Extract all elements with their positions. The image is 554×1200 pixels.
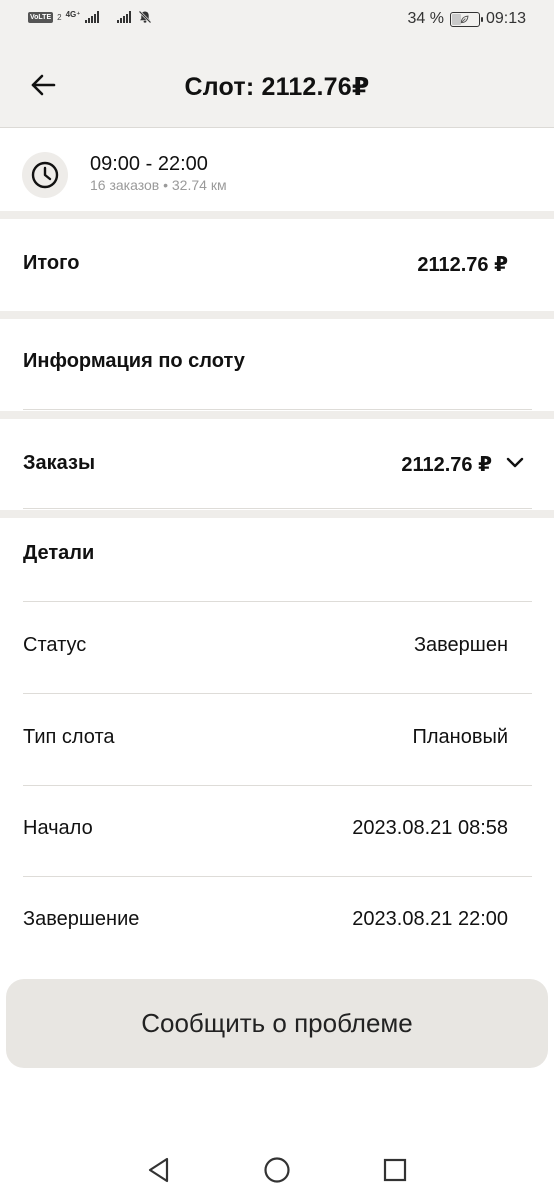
sim-number: 2 — [57, 12, 62, 22]
detail-label: Завершение — [23, 908, 140, 930]
signal-icon — [116, 11, 131, 23]
status-bar-right: 34 % 09:13 — [407, 10, 526, 28]
section-separator — [0, 211, 554, 219]
section-separator — [0, 311, 554, 319]
system-nav-bar — [0, 1140, 554, 1200]
section-separator — [0, 510, 554, 518]
detail-label: Тип слота — [23, 726, 115, 748]
total-row: Итого 2112.76 ₽ — [0, 219, 554, 311]
network-type: 4G⁺ — [65, 9, 81, 19]
page-title: Слот: 2112.76₽ — [184, 73, 370, 101]
report-problem-button[interactable]: Сообщить о проблеме — [6, 979, 548, 1068]
details-header: Детали — [0, 518, 554, 602]
app-header: Слот: 2112.76₽ — [0, 40, 554, 128]
status-bar: VoLTE 2 4G⁺ 34 % 09:13 — [0, 0, 554, 40]
nav-home-icon[interactable] — [263, 1156, 291, 1184]
clock-time: 09:13 — [485, 10, 526, 27]
detail-row-end: Завершение 2023.08.21 22:00 — [0, 877, 554, 968]
orders-value: 2112.76 ₽ — [401, 454, 492, 476]
battery-icon — [449, 11, 483, 27]
slot-subtitle: 16 заказов • 32.74 км — [90, 177, 227, 193]
divider — [23, 508, 532, 509]
divider — [23, 409, 532, 410]
bell-off-icon — [138, 10, 152, 24]
nav-recent-icon[interactable] — [383, 1158, 407, 1182]
slot-summary: 09:00 - 22:00 16 заказов • 32.74 км — [0, 129, 554, 211]
detail-row-slot-type: Тип слота Плановый — [0, 694, 554, 785]
battery-percent: 34 % — [407, 10, 444, 27]
clock-icon — [22, 152, 68, 198]
detail-value: Плановый — [412, 726, 508, 748]
leaf-icon — [461, 15, 469, 23]
signal-icon — [84, 11, 99, 23]
orders-label: Заказы — [23, 452, 96, 474]
section-separator — [0, 411, 554, 419]
detail-value: 2023.08.21 22:00 — [352, 908, 508, 930]
total-label: Итого — [23, 252, 80, 274]
detail-label: Статус — [23, 634, 87, 656]
total-value: 2112.76 ₽ — [417, 254, 508, 276]
chevron-down-icon[interactable] — [506, 457, 524, 469]
status-bar-left: VoLTE 2 4G⁺ — [28, 10, 152, 24]
nav-back-icon[interactable] — [147, 1157, 171, 1183]
slot-info-title: Информация по слоту — [23, 350, 245, 372]
detail-row-status: Статус Завершен — [0, 602, 554, 693]
slot-time-range: 09:00 - 22:00 — [90, 153, 208, 175]
slot-info-section: Информация по слоту — [0, 319, 554, 411]
orders-row[interactable]: Заказы 2112.76 ₽ — [0, 419, 554, 509]
details-title: Детали — [23, 542, 95, 564]
detail-value: Завершен — [413, 634, 508, 656]
detail-label: Начало — [23, 817, 93, 839]
volte-icon: VoLTE — [28, 11, 54, 23]
detail-value: 2023.08.21 08:58 — [352, 817, 508, 839]
detail-row-start: Начало 2023.08.21 08:58 — [0, 786, 554, 877]
